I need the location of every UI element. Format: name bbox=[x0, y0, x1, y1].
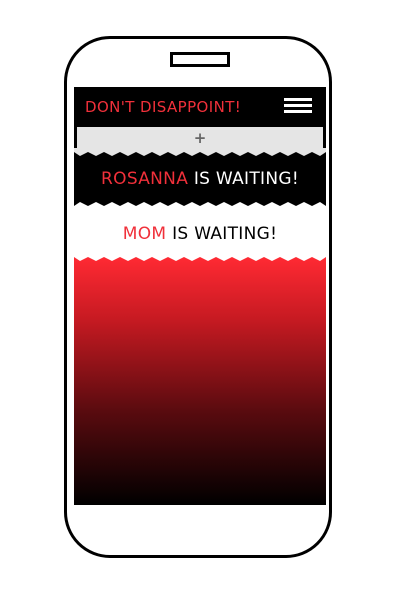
app-title: DON'T DISAPPOINT! bbox=[85, 98, 242, 116]
menu-line bbox=[284, 104, 312, 107]
waiting-item[interactable]: MOM IS WAITING! bbox=[74, 224, 326, 244]
empty-state-gradient bbox=[74, 257, 326, 505]
menu-line bbox=[284, 98, 312, 101]
torn-edge bbox=[74, 253, 326, 261]
menu-line bbox=[284, 110, 312, 113]
waiting-name: ROSANNA bbox=[101, 169, 189, 189]
torn-edge bbox=[74, 148, 326, 156]
waiting-name: MOM bbox=[122, 224, 167, 244]
waiting-status: IS WAITING! bbox=[188, 169, 299, 189]
app-screen: DON'T DISAPPOINT! + ROSANNA IS WAITING! … bbox=[74, 87, 326, 505]
phone-speaker bbox=[170, 52, 230, 67]
waiting-item[interactable]: ROSANNA IS WAITING! bbox=[74, 169, 326, 189]
hamburger-menu-icon[interactable] bbox=[284, 98, 312, 116]
plus-icon: + bbox=[193, 129, 207, 147]
torn-edge bbox=[74, 202, 326, 210]
app-header: DON'T DISAPPOINT! bbox=[74, 87, 326, 127]
waiting-status: IS WAITING! bbox=[166, 224, 278, 244]
add-contact-button[interactable]: + bbox=[77, 127, 323, 149]
